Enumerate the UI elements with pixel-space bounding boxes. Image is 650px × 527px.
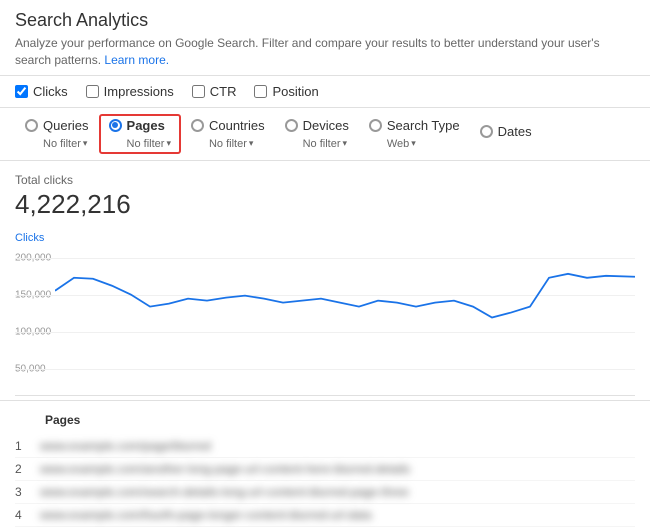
filters-row: Queries No filter ▾ Pages No filter ▾ Co…	[0, 108, 650, 161]
filter-countries-sub: No filter ▾	[191, 138, 253, 150]
filter-dates[interactable]: Dates	[470, 120, 542, 148]
stats-section: Total clicks 4,222,216	[0, 161, 650, 226]
table-column-label: Pages	[15, 409, 635, 431]
chart-section: Clicks 200,000 150,000 100,000 50,000	[0, 226, 650, 396]
row-number: 1	[15, 439, 40, 453]
filter-devices[interactable]: Devices No filter ▾	[275, 114, 359, 154]
stats-label: Total clicks	[15, 173, 635, 187]
learn-more-link[interactable]: Learn more.	[104, 53, 169, 67]
radio-pages	[109, 119, 122, 132]
impressions-checkbox[interactable]	[86, 85, 99, 98]
clicks-checkbox[interactable]	[15, 85, 28, 98]
filter-pages-sub: No filter ▾	[109, 138, 171, 150]
table-row: 4 www.example.com/fourth-page-longer-con…	[15, 504, 635, 527]
table-section: Pages 1 www.example.com/page/blurred 2 w…	[0, 400, 650, 527]
metric-clicks[interactable]: Clicks	[15, 84, 68, 99]
radio-queries	[25, 119, 38, 132]
chart-y-label: Clicks	[15, 232, 635, 244]
metrics-row: Clicks Impressions CTR Position	[0, 75, 650, 108]
filter-devices-sub: No filter ▾	[285, 138, 347, 150]
chevron-down-icon: ▾	[411, 138, 416, 149]
radio-dates	[480, 125, 493, 138]
metric-impressions[interactable]: Impressions	[86, 84, 174, 99]
chevron-down-icon: ▾	[83, 138, 88, 149]
row-number: 3	[15, 485, 40, 499]
radio-search-type	[369, 119, 382, 132]
row-url: www.example.com/fourth-page-longer-conte…	[40, 508, 635, 522]
filter-countries[interactable]: Countries No filter ▾	[181, 114, 275, 154]
page-header: Search Analytics Analyze your performanc…	[0, 0, 650, 75]
position-checkbox[interactable]	[254, 85, 267, 98]
row-number: 4	[15, 508, 40, 522]
chart-container: 200,000 150,000 100,000 50,000	[15, 246, 635, 396]
filter-search-type-sub: Web ▾	[369, 138, 416, 150]
row-url: www.example.com/search-details-long-url-…	[40, 485, 635, 499]
table-row: 1 www.example.com/page/blurred	[15, 435, 635, 458]
radio-countries	[191, 119, 204, 132]
metric-ctr[interactable]: CTR	[192, 84, 237, 99]
metric-position[interactable]: Position	[254, 84, 318, 99]
row-url: www.example.com/another-long-page-url-co…	[40, 462, 635, 476]
filter-queries-sub: No filter ▾	[25, 138, 87, 150]
row-number: 2	[15, 462, 40, 476]
chevron-down-icon: ▾	[166, 138, 171, 149]
ctr-checkbox[interactable]	[192, 85, 205, 98]
filter-search-type[interactable]: Search Type Web ▾	[359, 114, 470, 154]
chevron-down-icon: ▾	[249, 138, 254, 149]
clicks-line-chart	[55, 246, 635, 395]
page-title: Search Analytics	[15, 10, 635, 31]
filter-queries[interactable]: Queries No filter ▾	[15, 114, 99, 154]
page-description: Analyze your performance on Google Searc…	[15, 35, 635, 69]
row-url: www.example.com/page/blurred	[40, 439, 635, 453]
radio-devices	[285, 119, 298, 132]
filter-pages[interactable]: Pages No filter ▾	[99, 114, 181, 154]
table-row: 3 www.example.com/search-details-long-ur…	[15, 481, 635, 504]
table-row: 2 www.example.com/another-long-page-url-…	[15, 458, 635, 481]
chevron-down-icon: ▾	[343, 138, 348, 149]
stats-value: 4,222,216	[15, 189, 635, 220]
